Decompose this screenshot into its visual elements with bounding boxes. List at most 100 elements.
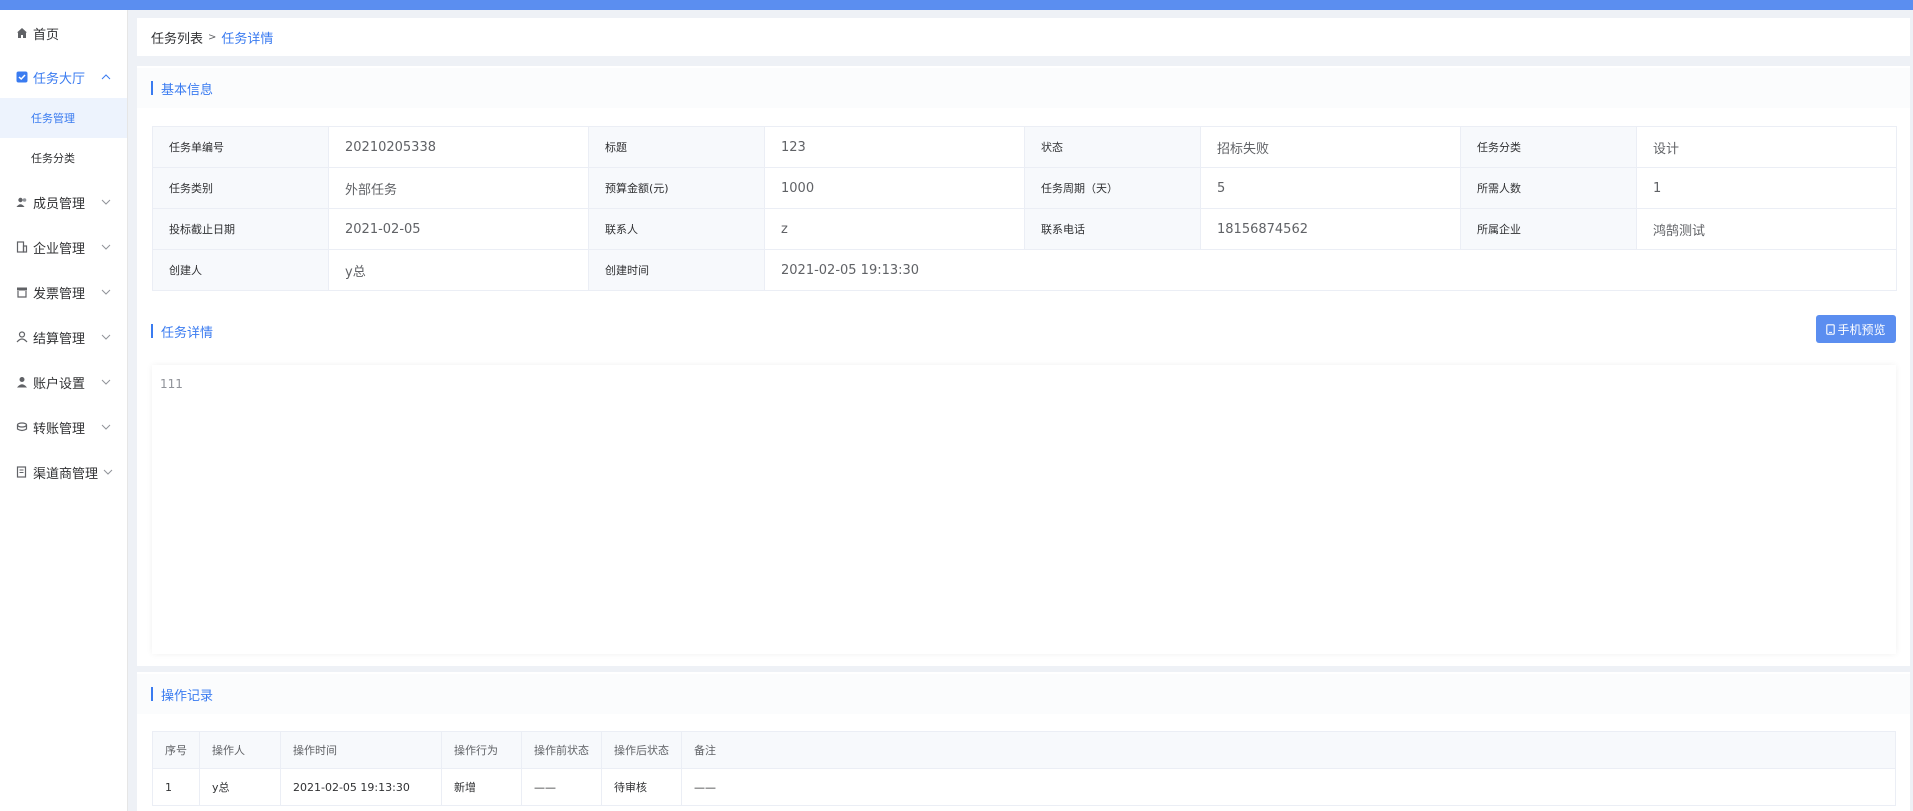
sidebar-item-settle-manage[interactable]: 结算管理 xyxy=(0,317,127,357)
column-header: 操作人 xyxy=(199,731,281,769)
task-detail-text: 111 xyxy=(160,377,183,391)
chevron-down-icon xyxy=(101,421,111,435)
table-cell: 1 xyxy=(152,768,200,806)
sidebar-item-label: 任务大厅 xyxy=(33,71,86,87)
column-header: 操作行为 xyxy=(441,731,522,769)
sidebar: 首页 任务大厅 任务管理 任务分类 成员管理 企业管理 发票管理 结算管理 账户… xyxy=(0,10,128,811)
breadcrumb-task-list[interactable]: 任务列表 xyxy=(151,28,203,47)
user-icon xyxy=(16,376,28,388)
info-value: 1000 xyxy=(764,167,1025,209)
chevron-down-icon xyxy=(101,196,111,210)
info-value: 2021-02-05 xyxy=(328,208,589,250)
operation-log-table: 序号 操作人 操作时间 操作行为 操作前状态 操作后状态 备注 1 y总 202… xyxy=(152,731,1896,806)
info-key: 创建时间 xyxy=(588,249,765,291)
table-cell: 2021-02-05 19:13:30 xyxy=(280,768,442,806)
chevron-down-icon xyxy=(101,241,111,255)
info-key: 任务周期（天） xyxy=(1024,167,1201,209)
task-detail-header: 任务详情 xyxy=(137,311,1910,351)
info-key: 标题 xyxy=(588,126,765,168)
sidebar-item-label: 成员管理 xyxy=(33,196,86,212)
chevron-down-icon xyxy=(103,466,113,480)
sidebar-item-invoice-manage[interactable]: 发票管理 xyxy=(0,272,127,312)
top-accent-bar xyxy=(0,0,1913,10)
table-cell: —— xyxy=(681,768,1896,806)
info-value: 18156874562 xyxy=(1200,208,1461,250)
sidebar-subitem-task-category[interactable]: 任务分类 xyxy=(0,138,127,178)
info-value: 2021-02-05 19:13:30 xyxy=(764,249,1897,291)
info-key: 状态 xyxy=(1024,126,1201,168)
sidebar-item-label: 首页 xyxy=(33,27,60,43)
sidebar-item-task-hall[interactable]: 任务大厅 xyxy=(0,57,127,97)
sidebar-item-label: 渠道商管理 xyxy=(33,466,99,482)
phone-icon xyxy=(1826,323,1836,335)
info-value: y总 xyxy=(328,249,589,291)
sidebar-item-transfer-manage[interactable]: 转账管理 xyxy=(0,407,127,447)
basic-info-table: 任务单编号 20210205338 标题 123 状态 招标失败 任务分类 设计… xyxy=(152,126,1897,291)
users-icon xyxy=(16,196,28,208)
invoice-icon xyxy=(16,286,28,298)
info-key: 投标截止日期 xyxy=(152,208,329,250)
table-cell: y总 xyxy=(199,768,281,806)
info-key: 任务单编号 xyxy=(152,126,329,168)
document-icon xyxy=(16,466,28,478)
sidebar-subitem-task-manage[interactable]: 任务管理 xyxy=(0,98,127,138)
checkbox-icon xyxy=(16,71,28,83)
section-title: 任务详情 xyxy=(161,325,214,341)
info-value: z xyxy=(764,208,1025,250)
breadcrumb-separator: > xyxy=(208,31,217,43)
mobile-preview-button[interactable]: 手机预览 xyxy=(1816,315,1896,343)
sidebar-item-label: 转账管理 xyxy=(33,421,86,437)
column-header: 序号 xyxy=(152,731,200,769)
info-value: 招标失败 xyxy=(1200,126,1461,168)
chevron-down-icon xyxy=(101,376,111,390)
sidebar-item-channel-manage[interactable]: 渠道商管理 xyxy=(0,452,127,492)
sidebar-subitem-label: 任务分类 xyxy=(31,152,75,165)
info-row: 任务类别 外部任务 预算金额(元) 1000 任务周期（天） 5 所需人数 1 xyxy=(152,167,1897,209)
info-key: 创建人 xyxy=(152,249,329,291)
sidebar-item-label: 结算管理 xyxy=(33,331,86,347)
mobile-preview-label: 手机预览 xyxy=(1837,322,1886,337)
info-value: 外部任务 xyxy=(328,167,589,209)
breadcrumb-current: 任务详情 xyxy=(221,31,274,47)
sidebar-item-member-manage[interactable]: 成员管理 xyxy=(0,182,127,222)
sidebar-item-company-manage[interactable]: 企业管理 xyxy=(0,227,127,267)
info-value: 123 xyxy=(764,126,1025,168)
table-cell: 待审核 xyxy=(601,768,682,806)
info-key: 联系人 xyxy=(588,208,765,250)
sidebar-item-label: 企业管理 xyxy=(33,241,86,257)
column-header: 操作时间 xyxy=(280,731,442,769)
section-title: 基本信息 xyxy=(161,82,214,98)
section-marker xyxy=(151,81,153,95)
info-value: 1 xyxy=(1636,167,1897,209)
chevron-up-icon xyxy=(101,71,111,85)
section-marker xyxy=(151,324,153,338)
info-key: 所属企业 xyxy=(1460,208,1637,250)
sidebar-item-label: 发票管理 xyxy=(33,286,86,302)
table-row: 1 y总 2021-02-05 19:13:30 新增 —— 待审核 —— xyxy=(152,768,1896,806)
info-value: 20210205338 xyxy=(328,126,589,168)
info-key: 预算金额(元) xyxy=(588,167,765,209)
breadcrumb: 任务列表 > 任务详情 xyxy=(137,18,1910,56)
table-header-row: 序号 操作人 操作时间 操作行为 操作前状态 操作后状态 备注 xyxy=(152,731,1896,769)
coins-icon xyxy=(16,421,28,433)
info-value: 设计 xyxy=(1636,126,1897,168)
info-value: 鸿鹄测试 xyxy=(1636,208,1897,250)
chevron-down-icon xyxy=(101,286,111,300)
sidebar-item-home[interactable]: 首页 xyxy=(0,13,127,53)
info-row: 投标截止日期 2021-02-05 联系人 z 联系电话 18156874562… xyxy=(152,208,1897,250)
settlement-icon xyxy=(16,331,28,343)
info-row: 任务单编号 20210205338 标题 123 状态 招标失败 任务分类 设计 xyxy=(152,126,1897,168)
info-key: 任务分类 xyxy=(1460,126,1637,168)
info-value: 5 xyxy=(1200,167,1461,209)
basic-info-header: 基本信息 xyxy=(137,68,1910,108)
chevron-down-icon xyxy=(101,331,111,345)
sidebar-subitem-label: 任务管理 xyxy=(31,112,75,125)
building-icon xyxy=(16,241,28,253)
home-icon xyxy=(16,27,28,39)
table-cell: 新增 xyxy=(441,768,522,806)
sidebar-item-account-settings[interactable]: 账户设置 xyxy=(0,362,127,402)
operation-log-header: 操作记录 xyxy=(137,674,1910,714)
info-row: 创建人 y总 创建时间 2021-02-05 19:13:30 xyxy=(152,249,1897,291)
sidebar-item-label: 账户设置 xyxy=(33,376,86,392)
section-marker xyxy=(151,687,153,701)
